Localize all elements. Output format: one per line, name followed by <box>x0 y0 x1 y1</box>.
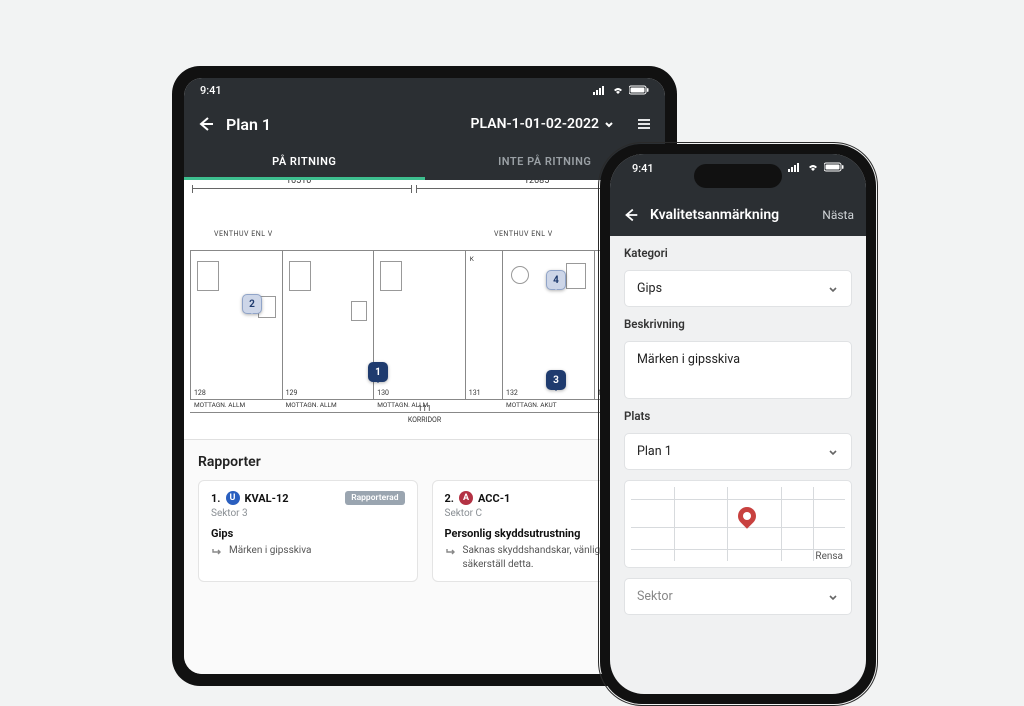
document-selector[interactable]: PLAN-1-01-02-2022 <box>471 116 615 132</box>
location-map[interactable]: Rensa <box>624 480 852 568</box>
menu-button[interactable] <box>635 115 653 133</box>
status-badge: Rapporterad <box>345 491 404 505</box>
report-code: ACC-1 <box>478 492 510 505</box>
floorplan-pin[interactable]: 2 <box>242 294 262 314</box>
status-time: 9:41 <box>632 162 654 175</box>
floorplan-pin[interactable]: 3 <box>546 370 566 390</box>
report-card[interactable]: 1. U KVAL-12 Rapporterad Sektor 3 Gips M… <box>198 480 418 582</box>
vent-label-2: VENTHUV ENL V <box>494 230 553 238</box>
status-icons <box>788 162 844 172</box>
chevron-down-icon <box>603 118 615 130</box>
signal-icon <box>788 162 802 172</box>
report-category: Gips <box>211 527 405 540</box>
phone-screen: 9:41 Kvalitetsanmärkning Nästa Kategori … <box>610 154 866 694</box>
phone-titlebar: Kvalitetsanmärkning Nästa <box>610 194 866 236</box>
page-title: Plan 1 <box>226 115 271 134</box>
tablet-status-bar: 9:41 <box>184 78 665 102</box>
report-type-icon: U <box>226 491 240 505</box>
next-button[interactable]: Nästa <box>822 208 854 222</box>
phone-notch <box>694 164 782 188</box>
select-sektor-placeholder: Sektor <box>637 589 673 604</box>
report-index: 2. <box>445 492 455 505</box>
report-sector: Sektor 3 <box>211 508 405 519</box>
drawing-tabs: PÅ RITNING INTE PÅ RITNING <box>184 146 665 180</box>
dimension-right: 12085 <box>522 180 551 186</box>
wifi-icon <box>611 85 625 95</box>
report-type-icon: A <box>459 491 473 505</box>
clear-location-button[interactable]: Rensa <box>815 551 843 562</box>
rooms-row: 128 MOTTAGN. ALLM 129 MOTTAGN. ALLM 130 … <box>190 250 659 400</box>
input-beskrivning[interactable]: Märken i gipsskiva <box>624 341 852 399</box>
chevron-down-icon <box>827 591 839 603</box>
signal-icon <box>593 85 607 95</box>
room: 129 MOTTAGN. ALLM <box>283 250 375 400</box>
chevron-down-icon <box>827 283 839 295</box>
report-cards: 1. U KVAL-12 Rapporterad Sektor 3 Gips M… <box>198 480 651 582</box>
vent-label-1: VENTHUV ENL V <box>214 230 273 238</box>
document-name: PLAN-1-01-02-2022 <box>471 116 599 132</box>
select-plats-value: Plan 1 <box>637 444 672 459</box>
battery-icon <box>629 85 649 95</box>
room: 128 MOTTAGN. ALLM <box>190 250 283 400</box>
page-title: Kvalitetsanmärkning <box>650 207 779 223</box>
korridor-label: KORRIDOR <box>408 416 441 424</box>
wifi-icon <box>806 162 820 172</box>
floorplan-pin[interactable]: 1 <box>368 362 388 382</box>
reply-icon <box>211 545 223 557</box>
select-kategori-value: Gips <box>637 281 662 296</box>
report-index: 1. <box>211 492 221 505</box>
status-icons <box>593 85 649 95</box>
chevron-down-icon <box>827 446 839 458</box>
reports-section: Rapporter 1. U KVAL-12 Rapporterad Sekto… <box>184 440 665 674</box>
report-code: KVAL-12 <box>245 492 289 505</box>
reply-icon <box>445 545 457 557</box>
tab-on-drawing[interactable]: PÅ RITNING <box>184 146 425 180</box>
label-kategori: Kategori <box>624 246 852 260</box>
tablet-screen: 9:41 Plan 1 PLAN-1-01-02-2022 PÅ RITNING <box>184 78 665 674</box>
korridor-line <box>190 412 659 413</box>
mini-floorplan <box>631 487 845 561</box>
select-kategori[interactable]: Gips <box>624 270 852 307</box>
dimension-row: 16510 12085 <box>184 188 665 208</box>
quality-form: Kategori Gips Beskrivning Märken i gipss… <box>610 236 866 625</box>
label-beskrivning: Beskrivning <box>624 317 852 331</box>
label-plats: Plats <box>624 409 852 423</box>
floorplan-pin[interactable]: 4 <box>546 270 566 290</box>
floorplan-viewer[interactable]: 16510 12085 VENTHUV ENL V VENTHUV ENL V … <box>184 180 665 440</box>
battery-icon <box>824 162 844 172</box>
back-button[interactable] <box>622 206 640 224</box>
tablet-titlebar: Plan 1 PLAN-1-01-02-2022 <box>184 102 665 146</box>
dimension-left: 16510 <box>284 180 313 186</box>
back-button[interactable] <box>196 114 216 134</box>
phone-device: 9:41 Kvalitetsanmärkning Nästa Kategori … <box>600 144 876 704</box>
select-plats[interactable]: Plan 1 <box>624 433 852 470</box>
status-time: 9:41 <box>200 84 222 97</box>
select-sektor[interactable]: Sektor <box>624 578 852 615</box>
room: 131 K <box>466 250 503 400</box>
input-beskrivning-value: Märken i gipsskiva <box>637 352 740 367</box>
reports-heading: Rapporter <box>198 454 651 470</box>
report-description: Märken i gipsskiva <box>229 544 311 558</box>
